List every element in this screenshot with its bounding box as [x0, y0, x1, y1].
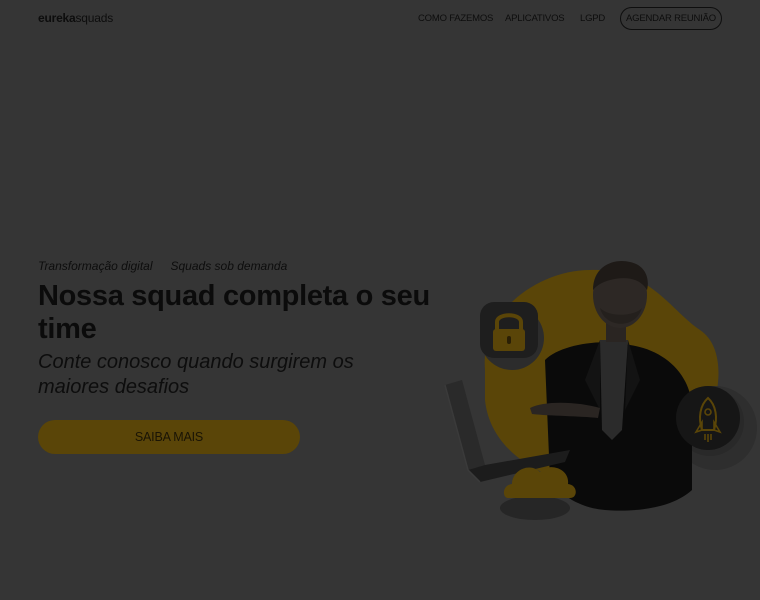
- nav-link-lgpd[interactable]: LGPD: [580, 13, 605, 24]
- brand-logo[interactable]: eurekasquads: [38, 11, 113, 25]
- tag-digital-transformation: Transformação digital: [38, 259, 153, 273]
- hero-title: Nossa squad completa o seu time: [38, 280, 430, 345]
- hero-tags: Transformação digital Squads sob demanda: [38, 259, 287, 273]
- cloud-icon: [500, 467, 576, 520]
- learn-more-button[interactable]: SAIBA MAIS: [38, 420, 300, 454]
- tag-on-demand-squads: Squads sob demanda: [170, 259, 288, 273]
- lock-icon: [480, 302, 538, 358]
- hero-subtitle: Conte conosco quando surgirem os maiores…: [38, 351, 354, 398]
- schedule-meeting-button[interactable]: AGENDAR REUNIÃO: [620, 7, 722, 30]
- nav-link-aplicativos[interactable]: APLICATIVOS: [505, 13, 565, 24]
- hero-illustration-svg: [444, 260, 757, 520]
- page: eurekasquads COMO FAZEMOS APLICATIVOS LG…: [0, 0, 760, 600]
- nav-link-como-fazemos[interactable]: COMO FAZEMOS: [418, 13, 493, 24]
- hero-illustration: [430, 250, 760, 530]
- rocket-icon: [676, 386, 740, 450]
- brand-name-bold: eureka: [38, 11, 76, 25]
- brand-name-light: squads: [75, 11, 114, 25]
